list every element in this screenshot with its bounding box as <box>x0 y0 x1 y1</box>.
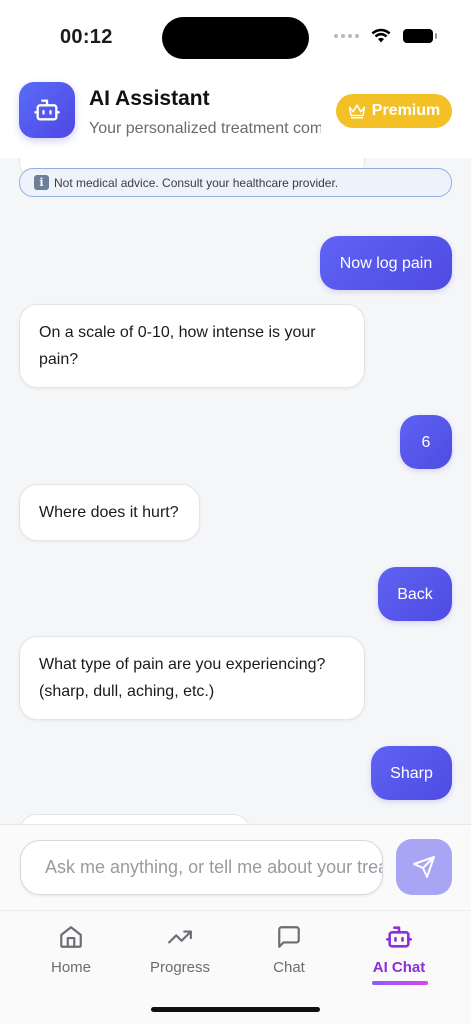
user-message: Sharp <box>371 746 452 800</box>
crown-icon <box>348 104 366 119</box>
wifi-icon <box>371 28 391 43</box>
assistant-message: What type of pain are you experiencing? … <box>19 636 365 720</box>
composer <box>0 824 471 910</box>
tab-chat[interactable]: Chat <box>239 921 339 991</box>
next-message-edge <box>19 814 251 824</box>
status-icons <box>334 28 437 43</box>
home-icon <box>58 921 84 953</box>
tab-home[interactable]: Home <box>21 921 121 991</box>
trending-up-icon <box>166 921 194 953</box>
assistant-message: Where does it hurt? <box>19 484 200 541</box>
assistant-message: On a scale of 0-10, how intense is your … <box>19 304 365 388</box>
chat-messages[interactable]: Now log pain On a scale of 0-10, how int… <box>0 158 471 824</box>
premium-button[interactable]: Premium <box>336 94 452 128</box>
chat-bubble-icon <box>276 921 302 953</box>
tab-label: AI Chat <box>372 959 426 976</box>
tab-label: Home <box>50 959 91 976</box>
send-icon <box>413 856 435 878</box>
app-header: AI Assistant Your personalized treatment… <box>0 76 471 158</box>
dynamic-island <box>162 17 309 59</box>
battery-icon <box>403 28 437 43</box>
robot-icon <box>385 921 413 953</box>
premium-label: Premium <box>371 102 441 119</box>
user-message: 6 <box>400 415 452 469</box>
signal-icon <box>334 33 359 38</box>
home-indicator <box>151 1007 320 1012</box>
page-subtitle: Your personalized treatment com... <box>89 120 321 137</box>
active-tab-indicator <box>372 981 428 985</box>
robot-icon <box>19 82 75 138</box>
tab-label: Progress <box>149 959 211 976</box>
user-message: Now log pain <box>320 236 452 290</box>
send-button[interactable] <box>396 839 452 895</box>
tab-label: Chat <box>273 959 305 976</box>
disclaimer-banner: i Not medical advice. Consult your healt… <box>19 168 452 197</box>
tab-progress[interactable]: Progress <box>130 921 230 991</box>
status-bar: 00:12 <box>0 0 471 76</box>
bottom-tab-bar: Home Progress Chat AI Chat <box>0 910 471 1024</box>
status-time: 00:12 <box>60 26 113 48</box>
user-message: Back <box>378 567 452 621</box>
disclaimer-text: Not medical advice. Consult your healthc… <box>54 175 339 190</box>
message-input[interactable] <box>20 840 383 895</box>
page-title: AI Assistant <box>89 87 210 110</box>
info-icon: i <box>34 175 49 190</box>
